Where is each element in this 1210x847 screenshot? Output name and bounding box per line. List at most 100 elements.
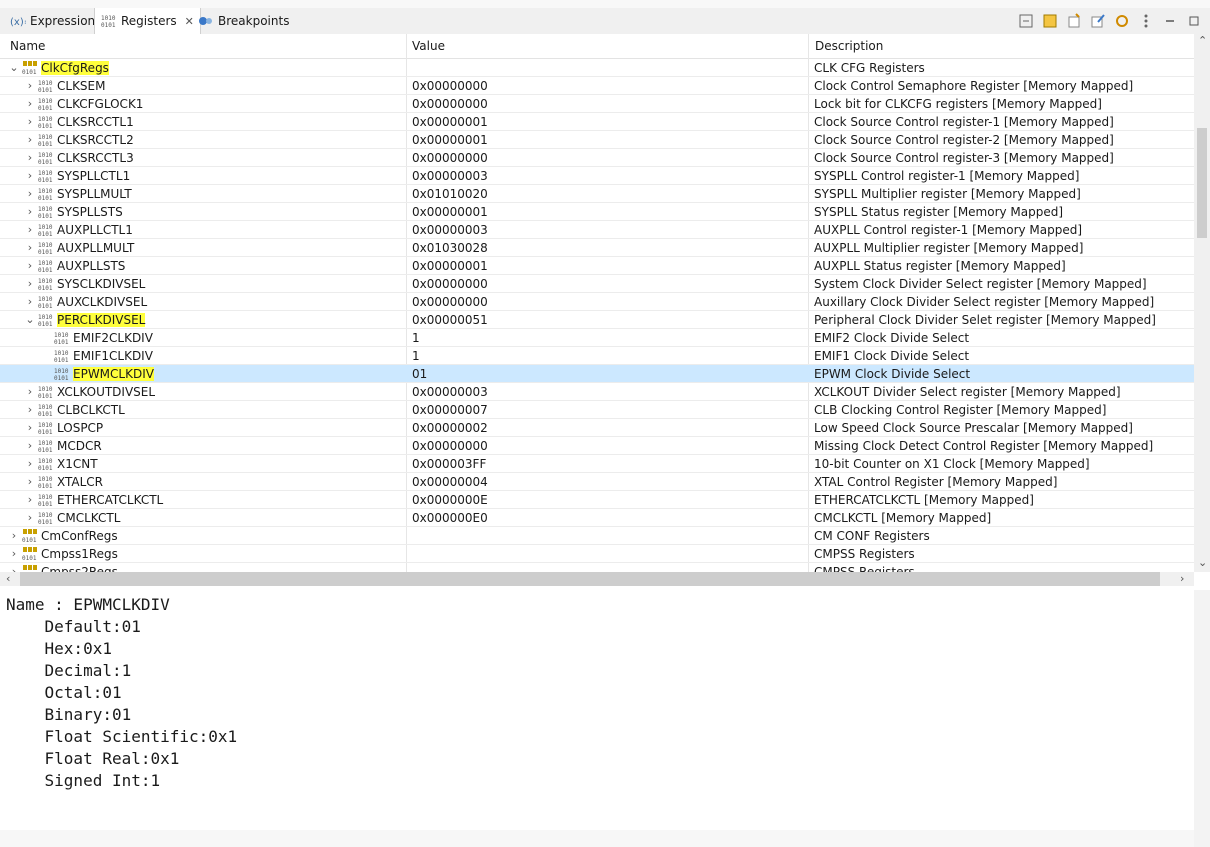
table-row[interactable]: ›0101 Cmpss2Regs CMPSS Registers (0, 563, 1194, 572)
scroll-right-icon[interactable]: › (1180, 572, 1184, 585)
scroll-up-icon[interactable]: ⌃ (1198, 34, 1207, 47)
column-header-name[interactable]: Name (10, 39, 45, 53)
table-row[interactable]: › 1010 0101 CLKCFGLOCK1 0x00000000 Lock bit f… (0, 95, 1194, 113)
register-value[interactable]: 0x00000000 (412, 295, 488, 309)
chevron-right-icon[interactable]: › (24, 257, 36, 275)
table-row[interactable]: › 1010 0101 AUXCLKDIVSEL 0x00000000 Auxillary… (0, 293, 1194, 311)
chevron-right-icon[interactable]: › (24, 383, 36, 401)
tab-registers[interactable]: 1010 0101 Registers ✕ (94, 8, 201, 34)
table-row[interactable]: › 1010 0101 SYSCLKDIVSEL 0x00000000 System Cl… (0, 275, 1194, 293)
chevron-right-icon[interactable]: › (24, 239, 36, 257)
register-value[interactable]: 0x00000001 (412, 133, 488, 147)
chevron-right-icon[interactable]: › (24, 419, 36, 437)
chevron-right-icon[interactable]: › (24, 491, 36, 509)
table-row[interactable]: › 1010 0101 XTALCR 0x00000004 XTAL Control Re… (0, 473, 1194, 491)
scroll-down-icon[interactable]: ⌄ (1198, 556, 1207, 569)
scroll-thumb[interactable] (20, 572, 1160, 586)
new-group-icon[interactable] (1064, 11, 1084, 31)
chevron-right-icon[interactable]: › (24, 149, 36, 167)
collapse-all-icon[interactable] (1016, 11, 1036, 31)
chevron-right-icon[interactable]: › (24, 131, 36, 149)
tab-breakpoints[interactable]: Breakpoints (192, 8, 295, 34)
register-value[interactable]: 0x00000051 (412, 313, 488, 327)
details-vertical-scrollbar[interactable] (1194, 590, 1210, 847)
table-row[interactable]: › 1010 0101 MCDCR 0x00000000 Missing Clock De… (0, 437, 1194, 455)
table-row[interactable]: › 1010 0101 AUXPLLMULT 0x01030028 AUXPLL Mult… (0, 239, 1194, 257)
register-value[interactable]: 0x00000003 (412, 169, 488, 183)
table-row[interactable]: › 1010 0101 ETHERCATCLKCTL 0x0000000E ETHERCA… (0, 491, 1194, 509)
register-value[interactable]: 0x0000000E (412, 493, 488, 507)
register-value[interactable]: 0x01010020 (412, 187, 488, 201)
horizontal-scrollbar[interactable]: ‹ › (0, 572, 1194, 586)
table-row[interactable]: ⌄ 1010 0101 PERCLKDIVSEL 0x00000051 Periphera… (0, 311, 1194, 329)
register-value[interactable]: 0x00000003 (412, 385, 488, 399)
table-row[interactable]: › 1010 0101 SYSPLLCTL1 0x00000003 SYSPLL Cont… (0, 167, 1194, 185)
chevron-right-icon[interactable]: › (24, 167, 36, 185)
table-row[interactable]: › 1010 0101 CMCLKCTL 0x000000E0 CMCLKCTL [Mem… (0, 509, 1194, 527)
table-row[interactable]: › 1010 0101 CLKSRCCTL3 0x00000000 Clock Sourc… (0, 149, 1194, 167)
chevron-right-icon[interactable]: › (24, 77, 36, 95)
table-row[interactable]: 1010 0101 EMIF1CLKDIV 1 EMIF1 Clock Divide S… (0, 347, 1194, 365)
chevron-down-icon[interactable]: ⌄ (24, 311, 36, 329)
register-value[interactable]: 0x00000003 (412, 223, 488, 237)
register-value[interactable]: 1 (412, 349, 420, 363)
chevron-right-icon[interactable]: › (24, 401, 36, 419)
table-row[interactable]: › 0101 Cmpss1Regs CMPSS Registers (0, 545, 1194, 563)
register-value[interactable]: 0x00000000 (412, 151, 488, 165)
table-row[interactable]: › 1010 0101 CLKSRCCTL2 0x00000001 Clock Sourc… (0, 131, 1194, 149)
chevron-right-icon[interactable]: › (24, 293, 36, 311)
scroll-left-icon[interactable]: ‹ (6, 572, 10, 585)
register-value[interactable]: 0x000003FF (412, 457, 486, 471)
chevron-right-icon[interactable]: › (24, 221, 36, 239)
register-value[interactable]: 0x00000001 (412, 115, 488, 129)
register-value[interactable]: 0x00000007 (412, 403, 488, 417)
chevron-right-icon[interactable]: › (24, 437, 36, 455)
table-row[interactable]: › 1010 0101 AUXPLLCTL1 0x00000003 AUXPLL Cont… (0, 221, 1194, 239)
minimize-icon[interactable] (1160, 11, 1180, 31)
table-row[interactable]: › 1010 0101 CLKSRCCTL1 0x00000001 Clock Sourc… (0, 113, 1194, 131)
table-row[interactable]: › 0101 CmConfRegs CM CONF Registers (0, 527, 1194, 545)
table-row[interactable]: › 1010 0101 CLKSEM 0x00000000 Clock Control S… (0, 77, 1194, 95)
register-value[interactable]: 0x00000000 (412, 79, 488, 93)
chevron-down-icon[interactable]: ⌄ (8, 59, 20, 77)
register-value[interactable]: 1 (412, 331, 420, 345)
refresh-icon[interactable] (1112, 11, 1132, 31)
view-menu-icon[interactable] (1136, 11, 1156, 31)
details-horizontal-scrollbar[interactable] (0, 830, 1194, 847)
register-value[interactable]: 0x00000000 (412, 277, 488, 291)
table-row[interactable]: › 1010 0101 SYSPLLMULT 0x01010020 SYSPLL Mult… (0, 185, 1194, 203)
chevron-right-icon[interactable]: › (8, 563, 20, 572)
register-value[interactable]: 0x00000001 (412, 205, 488, 219)
scroll-thumb[interactable] (1197, 128, 1207, 238)
maximize-icon[interactable] (1184, 11, 1204, 31)
chevron-right-icon[interactable]: › (8, 545, 20, 563)
chevron-right-icon[interactable]: › (24, 185, 36, 203)
column-header-description[interactable]: Description (815, 39, 883, 53)
table-row[interactable]: › 1010 0101 XCLKOUTDIVSEL 0x00000003 XCLKOUT … (0, 383, 1194, 401)
table-row[interactable]: › 1010 0101 LOSPCP 0x00000002 Low Speed Clock… (0, 419, 1194, 437)
chevron-right-icon[interactable]: › (24, 455, 36, 473)
register-value[interactable]: 01 (412, 367, 427, 381)
register-value[interactable]: 0x00000000 (412, 439, 488, 453)
chevron-right-icon[interactable]: › (8, 527, 20, 545)
vertical-scrollbar[interactable]: ⌃ ⌄ (1194, 34, 1210, 572)
chevron-right-icon[interactable]: › (24, 113, 36, 131)
register-value[interactable]: 0x00000002 (412, 421, 488, 435)
register-value[interactable]: 0x01030028 (412, 241, 488, 255)
chevron-right-icon[interactable]: › (24, 275, 36, 293)
table-row[interactable]: › 1010 0101 CLBCLKCTL 0x00000007 CLB Clocking… (0, 401, 1194, 419)
table-row[interactable]: › 1010 0101 X1CNT 0x000003FF 10-bit Counter o… (0, 455, 1194, 473)
table-row[interactable]: › 1010 0101 AUXPLLSTS 0x00000001 AUXPLL Statu… (0, 257, 1194, 275)
table-row[interactable]: › 1010 0101 SYSPLLSTS 0x00000001 SYSPLL Statu… (0, 203, 1194, 221)
edit-group-icon[interactable] (1088, 11, 1108, 31)
register-value[interactable]: 0x000000E0 (412, 511, 488, 525)
register-group-icon[interactable] (1040, 11, 1060, 31)
register-value[interactable]: 0x00000004 (412, 475, 488, 489)
table-row[interactable]: 1010 0101 EPWMCLKDIV 01 EPWM Clock Divide Se… (0, 365, 1194, 383)
chevron-right-icon[interactable]: › (24, 473, 36, 491)
chevron-right-icon[interactable]: › (24, 509, 36, 527)
tab-expressions[interactable]: (x)= Expressions (4, 8, 107, 34)
table-row[interactable]: 1010 0101 EMIF2CLKDIV 1 EMIF2 Clock Divide S… (0, 329, 1194, 347)
register-value[interactable]: 0x00000001 (412, 259, 488, 273)
column-header-value[interactable]: Value (412, 39, 445, 53)
